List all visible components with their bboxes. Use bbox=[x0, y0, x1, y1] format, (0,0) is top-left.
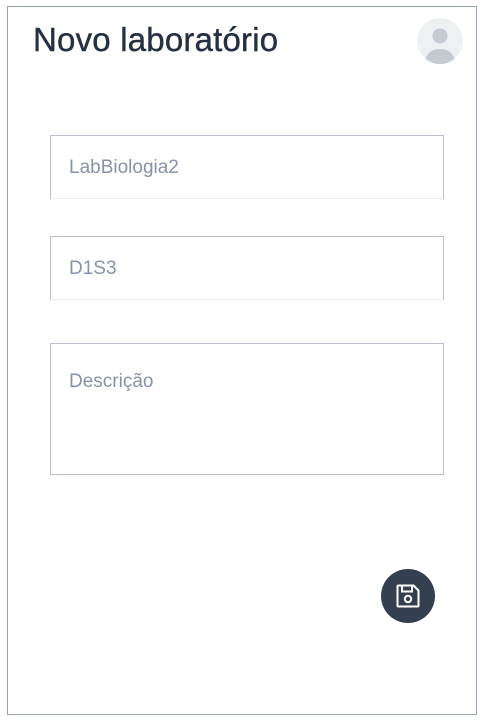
lab-name-field-container bbox=[50, 135, 444, 199]
lab-code-underline bbox=[51, 299, 443, 300]
lab-name-underline bbox=[51, 198, 443, 199]
description-textarea[interactable] bbox=[51, 344, 443, 474]
avatar[interactable] bbox=[417, 18, 463, 64]
page-title: Novo laboratório bbox=[33, 21, 279, 58]
lab-code-input[interactable] bbox=[51, 237, 443, 300]
app-frame: Novo laboratório bbox=[7, 6, 477, 715]
user-avatar-icon bbox=[425, 28, 455, 64]
floppy-disk-icon bbox=[396, 584, 420, 608]
save-button[interactable] bbox=[381, 569, 435, 623]
lab-code-field-container bbox=[50, 236, 444, 300]
lab-name-input[interactable] bbox=[51, 136, 443, 199]
description-field-container bbox=[50, 343, 444, 475]
